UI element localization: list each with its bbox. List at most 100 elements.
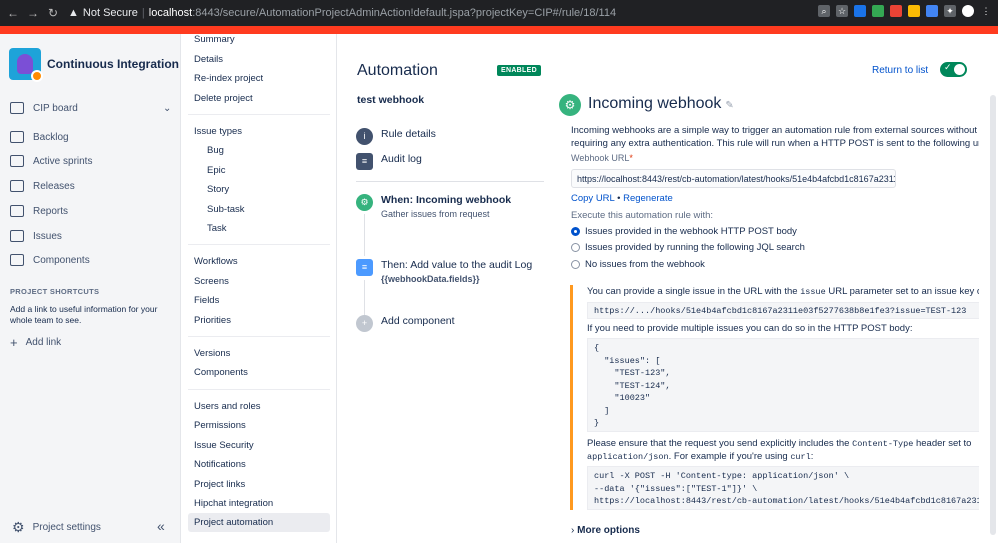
star-icon[interactable]: ☆ <box>836 5 848 17</box>
scrollbar[interactable] <box>990 95 996 535</box>
help-text: . For example if you're using <box>668 451 791 462</box>
more-options-toggle[interactable]: › More options <box>571 525 640 536</box>
reload-icon[interactable]: ↻ <box>46 6 60 20</box>
add-component-label: Add component <box>381 315 455 327</box>
admin-nav-notifications[interactable]: Notifications <box>194 459 246 470</box>
curl-example-code: curl -X POST -H 'Content-type: applicati… <box>587 466 979 510</box>
admin-nav-project-links[interactable]: Project links <box>194 479 245 490</box>
sidebar-item-backlog[interactable]: Backlog <box>10 131 69 143</box>
menu-icon[interactable]: ⋮ <box>980 5 992 17</box>
json-body-code: { "issues": [ "TEST-123", "TEST-124", "1… <box>587 338 979 432</box>
divider <box>188 389 330 390</box>
add-link-button[interactable]: + Add link <box>10 335 61 350</box>
sidebar-item-label: Components <box>33 254 90 266</box>
extension-icon[interactable] <box>872 5 884 17</box>
radio-webhook-body[interactable]: Issues provided in the webhook HTTP POST… <box>571 226 797 237</box>
admin-nav-components[interactable]: Components <box>194 367 248 378</box>
info-icon: i <box>356 128 373 145</box>
project-sidebar: Continuous Integration ... CIP board ⌄ B… <box>0 34 192 543</box>
help-text: URL parameter set to an issue key or id <box>825 286 979 297</box>
sidebar-item-releases[interactable]: Releases <box>10 180 75 192</box>
extension-icon[interactable] <box>926 5 938 17</box>
chevron-down-icon[interactable]: ⌄ <box>163 103 171 114</box>
radio-no-issues[interactable]: No issues from the webhook <box>571 259 705 270</box>
copy-url-link[interactable]: Copy URL <box>571 193 614 204</box>
admin-nav-versions[interactable]: Versions <box>194 348 230 359</box>
sidebar-item-board[interactable]: CIP board ⌄ <box>10 102 171 114</box>
forward-icon[interactable]: → <box>26 6 40 20</box>
regenerate-link[interactable]: Regenerate <box>623 193 673 204</box>
admin-nav-story[interactable]: Story <box>207 184 229 195</box>
detail-title-text: Incoming webhook <box>588 95 722 112</box>
webhook-url-field[interactable]: https://localhost:8443/rest/cb-automatio… <box>571 169 896 188</box>
profile-avatar[interactable] <box>962 5 974 17</box>
admin-nav-priorities[interactable]: Priorities <box>194 315 231 326</box>
board-icon <box>10 102 24 114</box>
admin-nav-task[interactable]: Task <box>207 223 227 234</box>
backlog-icon <box>10 131 24 143</box>
code-inline: curl <box>790 452 811 462</box>
add-link-label: Add link <box>25 337 62 348</box>
radio-jql-search[interactable]: Issues provided by running the following… <box>571 242 805 253</box>
admin-nav-issue-types[interactable]: Issue types <box>194 126 242 137</box>
radio-selected-icon <box>571 227 580 236</box>
rule-enabled-toggle[interactable]: ✓ <box>940 62 967 77</box>
admin-nav-issue-security[interactable]: Issue Security <box>194 440 254 451</box>
collapse-sidebar-icon[interactable]: « <box>157 518 165 534</box>
reports-icon <box>10 205 24 217</box>
admin-nav-users-roles[interactable]: Users and roles <box>194 401 261 412</box>
sidebar-item-components[interactable]: Components <box>10 254 90 266</box>
admin-nav-permissions[interactable]: Permissions <box>194 420 246 431</box>
audit-log-link[interactable]: ≡ Audit log <box>356 153 422 170</box>
audit-log-icon: ≡ <box>356 153 373 170</box>
required-icon: * <box>629 153 633 163</box>
extension-icon[interactable] <box>908 5 920 17</box>
add-component-button[interactable]: + Add component <box>356 315 455 332</box>
rule-details-link[interactable]: i Rule details <box>356 128 436 145</box>
sidebar-item-label: Releases <box>33 180 75 192</box>
admin-nav-hipchat[interactable]: Hipchat integration <box>194 498 273 509</box>
admin-nav-epic[interactable]: Epic <box>207 165 225 176</box>
help-text: You can provide a single issue in the UR… <box>587 286 801 297</box>
admin-nav-subtask[interactable]: Sub-task <box>207 204 245 215</box>
releases-icon <box>10 180 24 192</box>
connector-line <box>364 280 365 316</box>
admin-nav-project-automation[interactable]: Project automation <box>188 513 330 532</box>
project-name: Continuous Integration ... <box>47 57 193 71</box>
admin-nav-workflows[interactable]: Workflows <box>194 256 238 267</box>
sidebar-item-label: Active sprints <box>33 155 93 167</box>
trigger-component[interactable]: ⚙ When: Incoming webhook Gather issues f… <box>356 194 511 219</box>
admin-nav-screens[interactable]: Screens <box>194 276 229 287</box>
sprints-icon <box>10 155 24 167</box>
rule-details-label: Rule details <box>381 128 436 140</box>
project-settings-link[interactable]: ⚙ Project settings <box>12 519 101 536</box>
admin-nav-delete-project[interactable]: Delete project <box>194 93 253 104</box>
help-text: Please ensure that the request you send … <box>587 438 853 449</box>
gear-icon: ⚙ <box>12 519 25 535</box>
radio-icon <box>571 260 580 269</box>
address-bar[interactable]: ▲ Not Secure | localhost:8443/secure/Aut… <box>68 7 616 19</box>
admin-nav-reindex[interactable]: Re-index project <box>194 73 263 84</box>
extension-icon[interactable] <box>854 5 866 17</box>
divider <box>356 181 544 182</box>
pencil-icon[interactable]: ✎ <box>725 100 733 111</box>
back-icon[interactable]: ← <box>6 6 20 20</box>
radio-label: No issues from the webhook <box>585 259 705 270</box>
admin-nav-bug[interactable]: Bug <box>207 145 224 156</box>
extension-icon[interactable] <box>890 5 902 17</box>
single-issue-url-code: https://.../hooks/51e4b4afcbd1c8167a2311… <box>587 302 979 319</box>
admin-nav-fields[interactable]: Fields <box>194 295 219 306</box>
sidebar-item-reports[interactable]: Reports <box>10 205 68 217</box>
return-to-list-link[interactable]: Return to list <box>872 65 928 76</box>
help-text-content-type: Please ensure that the request you send … <box>587 438 971 449</box>
sidebar-item-label: Reports <box>33 205 69 217</box>
warning-banner <box>0 26 998 34</box>
admin-nav-details[interactable]: Details <box>194 54 223 65</box>
puzzle-icon[interactable]: ✦ <box>944 5 956 17</box>
action-component[interactable]: ≡ Then: Add value to the audit Log {{web… <box>356 259 532 284</box>
sidebar-item-active-sprints[interactable]: Active sprints <box>10 155 92 167</box>
admin-nav-summary[interactable]: Summary <box>194 34 235 45</box>
project-header[interactable]: Continuous Integration ... <box>9 48 193 82</box>
sidebar-item-issues[interactable]: Issues <box>10 230 62 242</box>
zoom-icon[interactable]: ⌕ <box>818 5 830 17</box>
